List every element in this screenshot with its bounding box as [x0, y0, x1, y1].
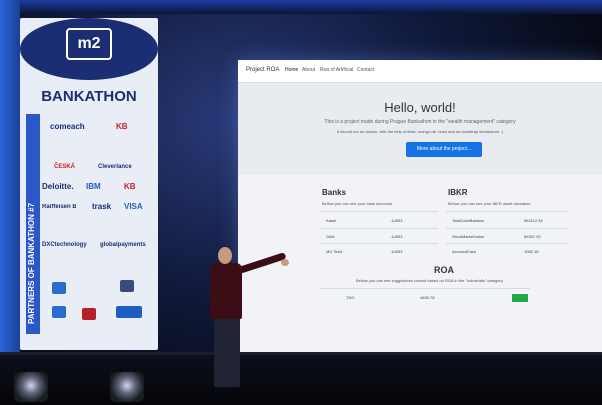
jumbotron-lead: This is a project made during Prague Ban… [324, 119, 516, 125]
sponsor-trask: trask [92, 202, 112, 211]
banner-vertical-text: PARTNERS OF BANKATHON #7 [27, 202, 36, 324]
sponsor-logo [52, 306, 66, 318]
bank-name: Göbl [326, 234, 335, 239]
stage-light [110, 372, 144, 402]
bank-name: MU Test1 [326, 249, 343, 254]
presenter-head [218, 247, 232, 264]
nav-home[interactable]: Home [285, 67, 298, 73]
banner-vertical-stripe: PARTNERS OF BANKATHON #7 [26, 114, 40, 334]
roa-ticker: TDG [346, 295, 355, 300]
sponsor-raiffeisen: Raiffeisen Bank [42, 204, 76, 210]
stage-light [14, 372, 48, 402]
top-light-strip [0, 0, 602, 14]
jumbotron: Hello, world! This is a project made dur… [238, 83, 602, 175]
bank-value: -14553 [390, 249, 403, 254]
roa-value: 4630.78 [420, 295, 435, 300]
jumbotron-heading: Hello, world! [384, 100, 456, 115]
bank-value: -14553 [390, 218, 403, 223]
navbar: Project ROA Home About Roa of Artificial… [238, 60, 602, 83]
table-divider [446, 228, 568, 229]
ibkr-value: 1082.16 [524, 249, 539, 254]
table-divider [320, 211, 438, 212]
sponsor-kb-2: KB [124, 182, 136, 191]
sponsor-visa: VISA [124, 202, 143, 211]
sponsor-ibm: IBM [86, 182, 101, 191]
ibkr-name: TotalCashBalance [452, 218, 485, 223]
ibkr-value: 962112.34 [524, 218, 543, 223]
sponsor-comeach: comeach [50, 122, 85, 131]
nav-about[interactable]: About [302, 67, 315, 73]
m2-logo: m2 [66, 28, 112, 60]
projected-webapp: Project ROA Home About Roa of Artificial… [238, 60, 602, 355]
table-divider [320, 243, 438, 244]
nav-roa[interactable]: Roa of Artificial [320, 67, 353, 73]
table-divider [446, 211, 568, 212]
sponsor-deloitte: Deloitte. [42, 182, 74, 191]
ibkr-name: AccruedCash [452, 249, 477, 254]
presenter-hand [281, 259, 289, 266]
stage-floor [0, 355, 602, 405]
sponsor-logo [52, 282, 66, 294]
banks-title: Banks [322, 188, 347, 197]
bank-name: Kaser [326, 218, 337, 223]
banner-title: BANKATHON [41, 88, 137, 105]
banner-header: m2 [20, 18, 158, 80]
sponsor-cleverlance: Cleverlance [98, 164, 132, 170]
table-divider [446, 243, 568, 244]
more-about-button[interactable]: More about the project... [406, 142, 482, 157]
nav-contact[interactable]: Contact [357, 67, 374, 73]
sponsor-banner: m2 BANKATHON PARTNERS OF BANKATHON #7 co… [20, 18, 158, 350]
bank-value: -14553 [390, 234, 403, 239]
banks-subtitle: Bellow you can see your bank accounts [322, 201, 393, 206]
sponsor-kb: KB [116, 122, 128, 131]
sponsor-logo [82, 308, 96, 320]
table-divider [320, 288, 530, 289]
side-light-strip [0, 0, 20, 405]
ibkr-value: 69307.92 [524, 234, 541, 239]
jumbotron-sub: It should run on docker, with the help o… [336, 129, 504, 134]
roa-title: ROA [434, 265, 454, 275]
nav-brand[interactable]: Project ROA [246, 67, 279, 73]
sponsor-globalpayments: globalpayments [100, 242, 146, 248]
sponsor-logo [116, 306, 142, 318]
sponsor-logo [120, 280, 134, 292]
roa-subtitle: Bellow you can see suggestions ranked ba… [356, 278, 503, 283]
ibkr-name: StockMarketValue [452, 234, 485, 239]
sponsor-ceska: ČESKÁ [54, 164, 76, 170]
ibkr-subtitle: Bellow you can see your IBKR asset alloc… [448, 201, 531, 206]
presenter-legs [214, 317, 240, 387]
buy-button[interactable] [512, 294, 528, 302]
event-stage-photo: m2 BANKATHON PARTNERS OF BANKATHON #7 co… [0, 0, 602, 405]
table-divider [320, 228, 438, 229]
sponsor-dxc: DXCtechnology [42, 242, 87, 248]
ibkr-title: IBKR [448, 188, 468, 197]
